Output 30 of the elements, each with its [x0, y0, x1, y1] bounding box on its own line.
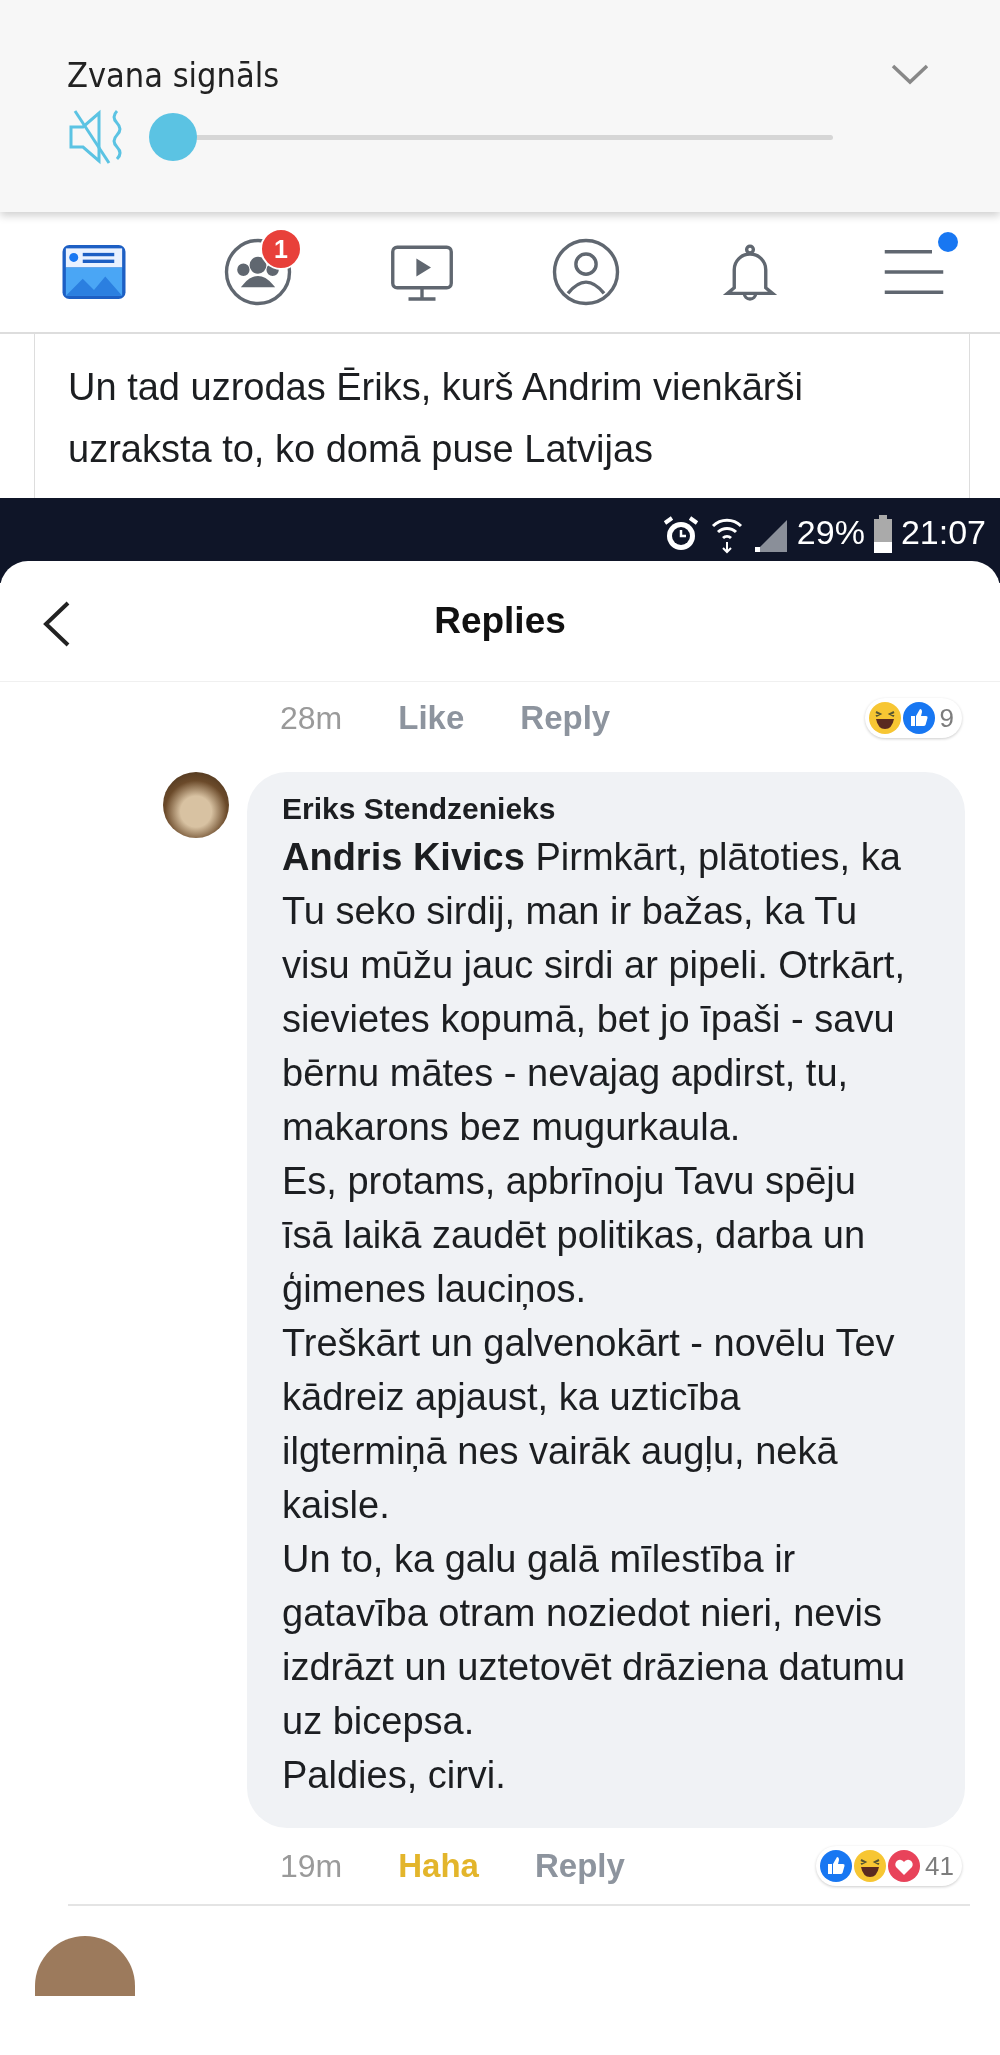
notification-badge: 1	[260, 228, 302, 270]
comment-time: 28m	[280, 699, 343, 737]
slider-thumb[interactable]	[149, 113, 197, 161]
like-reaction-icon	[901, 701, 936, 735]
comment-text: Un to, ka galu galā mīlestība ir gatavība otram noziedot nieri, nevis izdrāzt un uztetovēt drāziena datumu uz bicepsa.	[282, 1537, 907, 1744]
battery-icon	[872, 514, 893, 554]
comment-action-link[interactable]: Reply	[520, 699, 611, 737]
panel-title: Zvana signāls	[67, 55, 280, 95]
haha-reaction-icon	[853, 1849, 888, 1883]
reaction-summary[interactable]: 41	[816, 1846, 962, 1886]
comment-text: Paldies, cirvi.	[282, 1753, 507, 1798]
reaction-summary[interactable]: 9	[864, 698, 962, 738]
clock-time: 21:07	[900, 512, 986, 553]
comment-author[interactable]: Eriks Stendzenieks	[282, 792, 915, 826]
nav-tab[interactable]: 1	[212, 228, 304, 316]
comment-text: Andris Kivics Pirmkārt, plātoties, ka Tu seko sirdij, man ir bažas, ka Tu visu mūžu jauc sirdi ar pipeli. Otrkārt, sievietes kopumā, bet jo īpaši - savu bērnu mātes - nevajag apdirst, tu, makarons bez mugurkaula.	[282, 835, 906, 1150]
profile-icon	[550, 236, 622, 308]
battery-percent: 29%	[796, 512, 865, 553]
sheet-title: Replies	[434, 600, 566, 642]
post-text: Un tad uzrodas Ēriks, kurš Andrim vienkārši uzraksta to, ko domā puse Latvijas	[68, 365, 804, 472]
comment-action-link[interactable]: Like	[398, 699, 465, 737]
love-reaction-icon	[887, 1849, 922, 1883]
comment-text: Treškārt un galvenokārt - novēlu Tev kādreiz apjaust, ka uzticība ilgtermiņā nes vairāk augļu, nekā kaisle.	[282, 1321, 896, 1528]
comment-text: Es, protams, apbrīnoju Tavu spēju īsā laikā zaudēt politikas, darba un ģimenes lauciņos.	[282, 1159, 867, 1312]
avatar[interactable]	[35, 1936, 135, 1996]
chevron-down-icon[interactable]	[890, 63, 930, 87]
haha-reaction-icon	[867, 701, 902, 735]
comment-time: 19m	[280, 1847, 343, 1885]
like-reaction-icon	[819, 1849, 854, 1883]
comment-action-link[interactable]: Reply	[534, 1847, 625, 1885]
